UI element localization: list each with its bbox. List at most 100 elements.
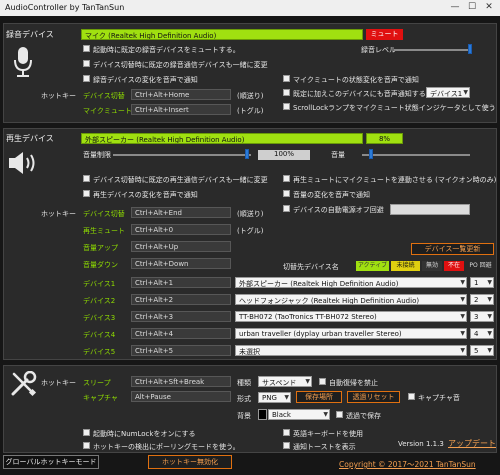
sleep-hotkey-name: スリープ (83, 379, 111, 387)
polling-mode-checkbox[interactable] (83, 442, 90, 449)
volume-thumb[interactable] (368, 149, 373, 159)
startup-mute-checkbox[interactable] (83, 45, 90, 52)
format-select[interactable]: PNG ▼ (258, 392, 291, 403)
scroll-lock-label: ScrollLockランプをマイクミュート状態インジケータとして使う (293, 104, 496, 112)
notify-device-select[interactable]: デバイス1 ▼ (426, 87, 470, 98)
play-switch-comm-checkbox[interactable] (83, 175, 90, 182)
device-row-2-select[interactable]: ヘッドフォンジャック (Realtek High Definition Audi… (235, 294, 467, 305)
sleep-type-select[interactable]: サスペンド ▼ (258, 376, 312, 387)
device-row-1-num[interactable]: 1 ▼ (470, 277, 494, 288)
device-list-refresh-button[interactable]: デバイス一覧更新 (411, 243, 494, 255)
english-keyboard-label: 英語キーボードを使用 (293, 430, 363, 438)
chevron-down-icon: ▼ (323, 411, 328, 418)
volume-limit-thumb[interactable] (244, 149, 249, 159)
transparent-reset-button[interactable]: 透過リセット (347, 391, 400, 403)
device-row-3-num[interactable]: 3 ▼ (470, 311, 494, 322)
volume-slider[interactable] (362, 154, 470, 156)
transparent-save-checkbox[interactable] (336, 411, 343, 418)
tools-icon (11, 371, 37, 397)
device-row-3-name: デバイス3 (83, 314, 116, 322)
device-row-2-num[interactable]: 2 ▼ (470, 294, 494, 305)
rec-hotkey-device-switch-name: デバイス切替 (83, 92, 125, 100)
device-row-4-num[interactable]: 4 ▼ (470, 328, 494, 339)
device-row-5-num-value: 5 (474, 347, 479, 355)
device-row-2-hotkey[interactable]: Ctrl+Alt+2 (131, 294, 231, 305)
rec-notify-change-checkbox[interactable] (83, 75, 90, 82)
add-device-notify-checkbox[interactable] (283, 89, 290, 96)
mic-mute-link-checkbox[interactable] (283, 175, 290, 182)
device-row-3-num-value: 3 (474, 313, 479, 321)
volume-limit-slider[interactable] (113, 154, 251, 156)
global-hotkey-mode-button[interactable]: グローバルホットキーモード (3, 455, 99, 469)
background-select[interactable]: Black ▼ (268, 409, 330, 420)
status-missing-header: 不在 (444, 261, 464, 271)
recording-level-slider[interactable] (394, 49, 472, 51)
device-row-1-hotkey[interactable]: Ctrl+Alt+1 (131, 277, 231, 288)
rec-hotkey-mic-mute-input[interactable]: Ctrl+Alt+Insert (131, 104, 231, 115)
device-row-5-num[interactable]: 5 ▼ (470, 345, 494, 356)
auto-power-off-field[interactable] (390, 204, 470, 215)
version-text: Version 1.1.3 (398, 440, 444, 448)
device-row-3-select[interactable]: TT-BH072 (TaoTronics TT-BH072 Stereo) ▼ (235, 311, 467, 322)
sleep-type-value: サスペンド (262, 379, 297, 387)
rec-hotkey-mic-mute-name: マイクミュート (83, 107, 132, 115)
play-hotkey-volume-down-input[interactable]: Ctrl+Alt+Down (131, 258, 231, 269)
chevron-down-icon: ▼ (460, 279, 465, 286)
target-device-header: 切替先デバイス名 (283, 263, 339, 271)
play-hotkey-device-switch-name: デバイス切替 (83, 210, 125, 218)
device-row-2-name: デバイス2 (83, 297, 116, 305)
sleep-hotkey-input[interactable]: Ctrl+Alt+Sft+Break (131, 376, 231, 387)
device-row-5-hotkey[interactable]: Ctrl+Alt+5 (131, 345, 231, 356)
device-row-1-name: デバイス1 (83, 280, 116, 288)
background-color-swatch (258, 409, 267, 420)
play-hotkey-volume-up-input[interactable]: Ctrl+Alt+Up (131, 241, 231, 252)
device-row-1-num-value: 1 (474, 279, 479, 287)
play-hotkey-mute-input[interactable]: Ctrl+Alt+0 (131, 224, 231, 235)
numlock-checkbox[interactable] (83, 429, 90, 436)
device-row-3-hotkey[interactable]: Ctrl+Alt+3 (131, 311, 231, 322)
mic-mute-notify-checkbox[interactable] (283, 75, 290, 82)
chevron-down-icon: ▼ (487, 296, 492, 303)
play-notify-change-checkbox[interactable] (83, 190, 90, 197)
volume-notify-checkbox[interactable] (283, 190, 290, 197)
device-row-4-name: デバイス4 (83, 331, 116, 339)
notify-toast-checkbox[interactable] (283, 442, 290, 449)
format-label: 形式 (237, 395, 251, 403)
maximize-button[interactable]: ☐ (465, 1, 479, 15)
chevron-down-icon: ▼ (305, 378, 310, 385)
title-bar: AudioController by TanTanSun — ☐ ✕ (0, 0, 500, 16)
capture-sound-checkbox[interactable] (408, 393, 415, 400)
hotkey-disable-button[interactable]: ホットキー無効化 (148, 455, 232, 469)
chevron-down-icon: ▼ (460, 347, 465, 354)
save-location-button[interactable]: 保存場所 (296, 391, 342, 403)
rec-hotkey-device-switch-input[interactable]: Ctrl+Alt+Home (131, 89, 231, 100)
recording-section-title: 録音デバイス (6, 30, 54, 39)
playback-device-field[interactable]: 外部スピーカー (Realtek High Definition Audio) (81, 133, 363, 144)
volume-limit-value: 100% (258, 150, 310, 160)
mic-mute-link-label: 再生ミュートにマイクミュートを連動させる (マイクオン時のみ) (293, 176, 497, 184)
update-link[interactable]: アップデート (448, 438, 496, 449)
play-hotkey-device-switch-input[interactable]: Ctrl+Alt+End (131, 207, 231, 218)
copyright-link[interactable]: Copyright © 2017～2021 TanTanSun (339, 459, 476, 470)
rec-hotkey-mic-mute-mode: (トグル) (237, 107, 264, 115)
scroll-lock-checkbox[interactable] (283, 103, 290, 110)
device-row-1-select[interactable]: 外部スピーカー (Realtek High Definition Audio) ▼ (235, 277, 467, 288)
chevron-down-icon: ▼ (460, 296, 465, 303)
english-keyboard-checkbox[interactable] (283, 429, 290, 436)
device-row-4-select[interactable]: urban traveller (dyplay urban traveller … (235, 328, 467, 339)
capture-hotkey-input[interactable]: Alt+Pause (131, 391, 231, 402)
close-button[interactable]: ✕ (482, 1, 496, 15)
device-row-4-hotkey[interactable]: Ctrl+Alt+4 (131, 328, 231, 339)
play-switch-comm-label: デバイス切替時に既定の再生通信デバイスも一緒に変更 (93, 176, 268, 184)
playback-section-title: 再生デバイス (6, 134, 54, 143)
auto-power-off-checkbox[interactable] (283, 205, 290, 212)
rec-switch-comm-checkbox[interactable] (83, 60, 90, 67)
volume-limit-label: 音量制限 (83, 151, 111, 159)
background-label: 背景 (237, 412, 251, 420)
add-device-notify-label: 既定に加えこのデバイスにも音声通知する (293, 90, 426, 98)
auto-wake-checkbox[interactable] (319, 378, 326, 385)
recording-device-field[interactable]: マイク (Realtek High Definition Audio) (81, 29, 363, 40)
minimize-button[interactable]: — (448, 1, 462, 15)
recording-level-thumb[interactable] (468, 44, 473, 54)
device-row-5-select[interactable]: 未選択 ▼ (235, 345, 467, 356)
